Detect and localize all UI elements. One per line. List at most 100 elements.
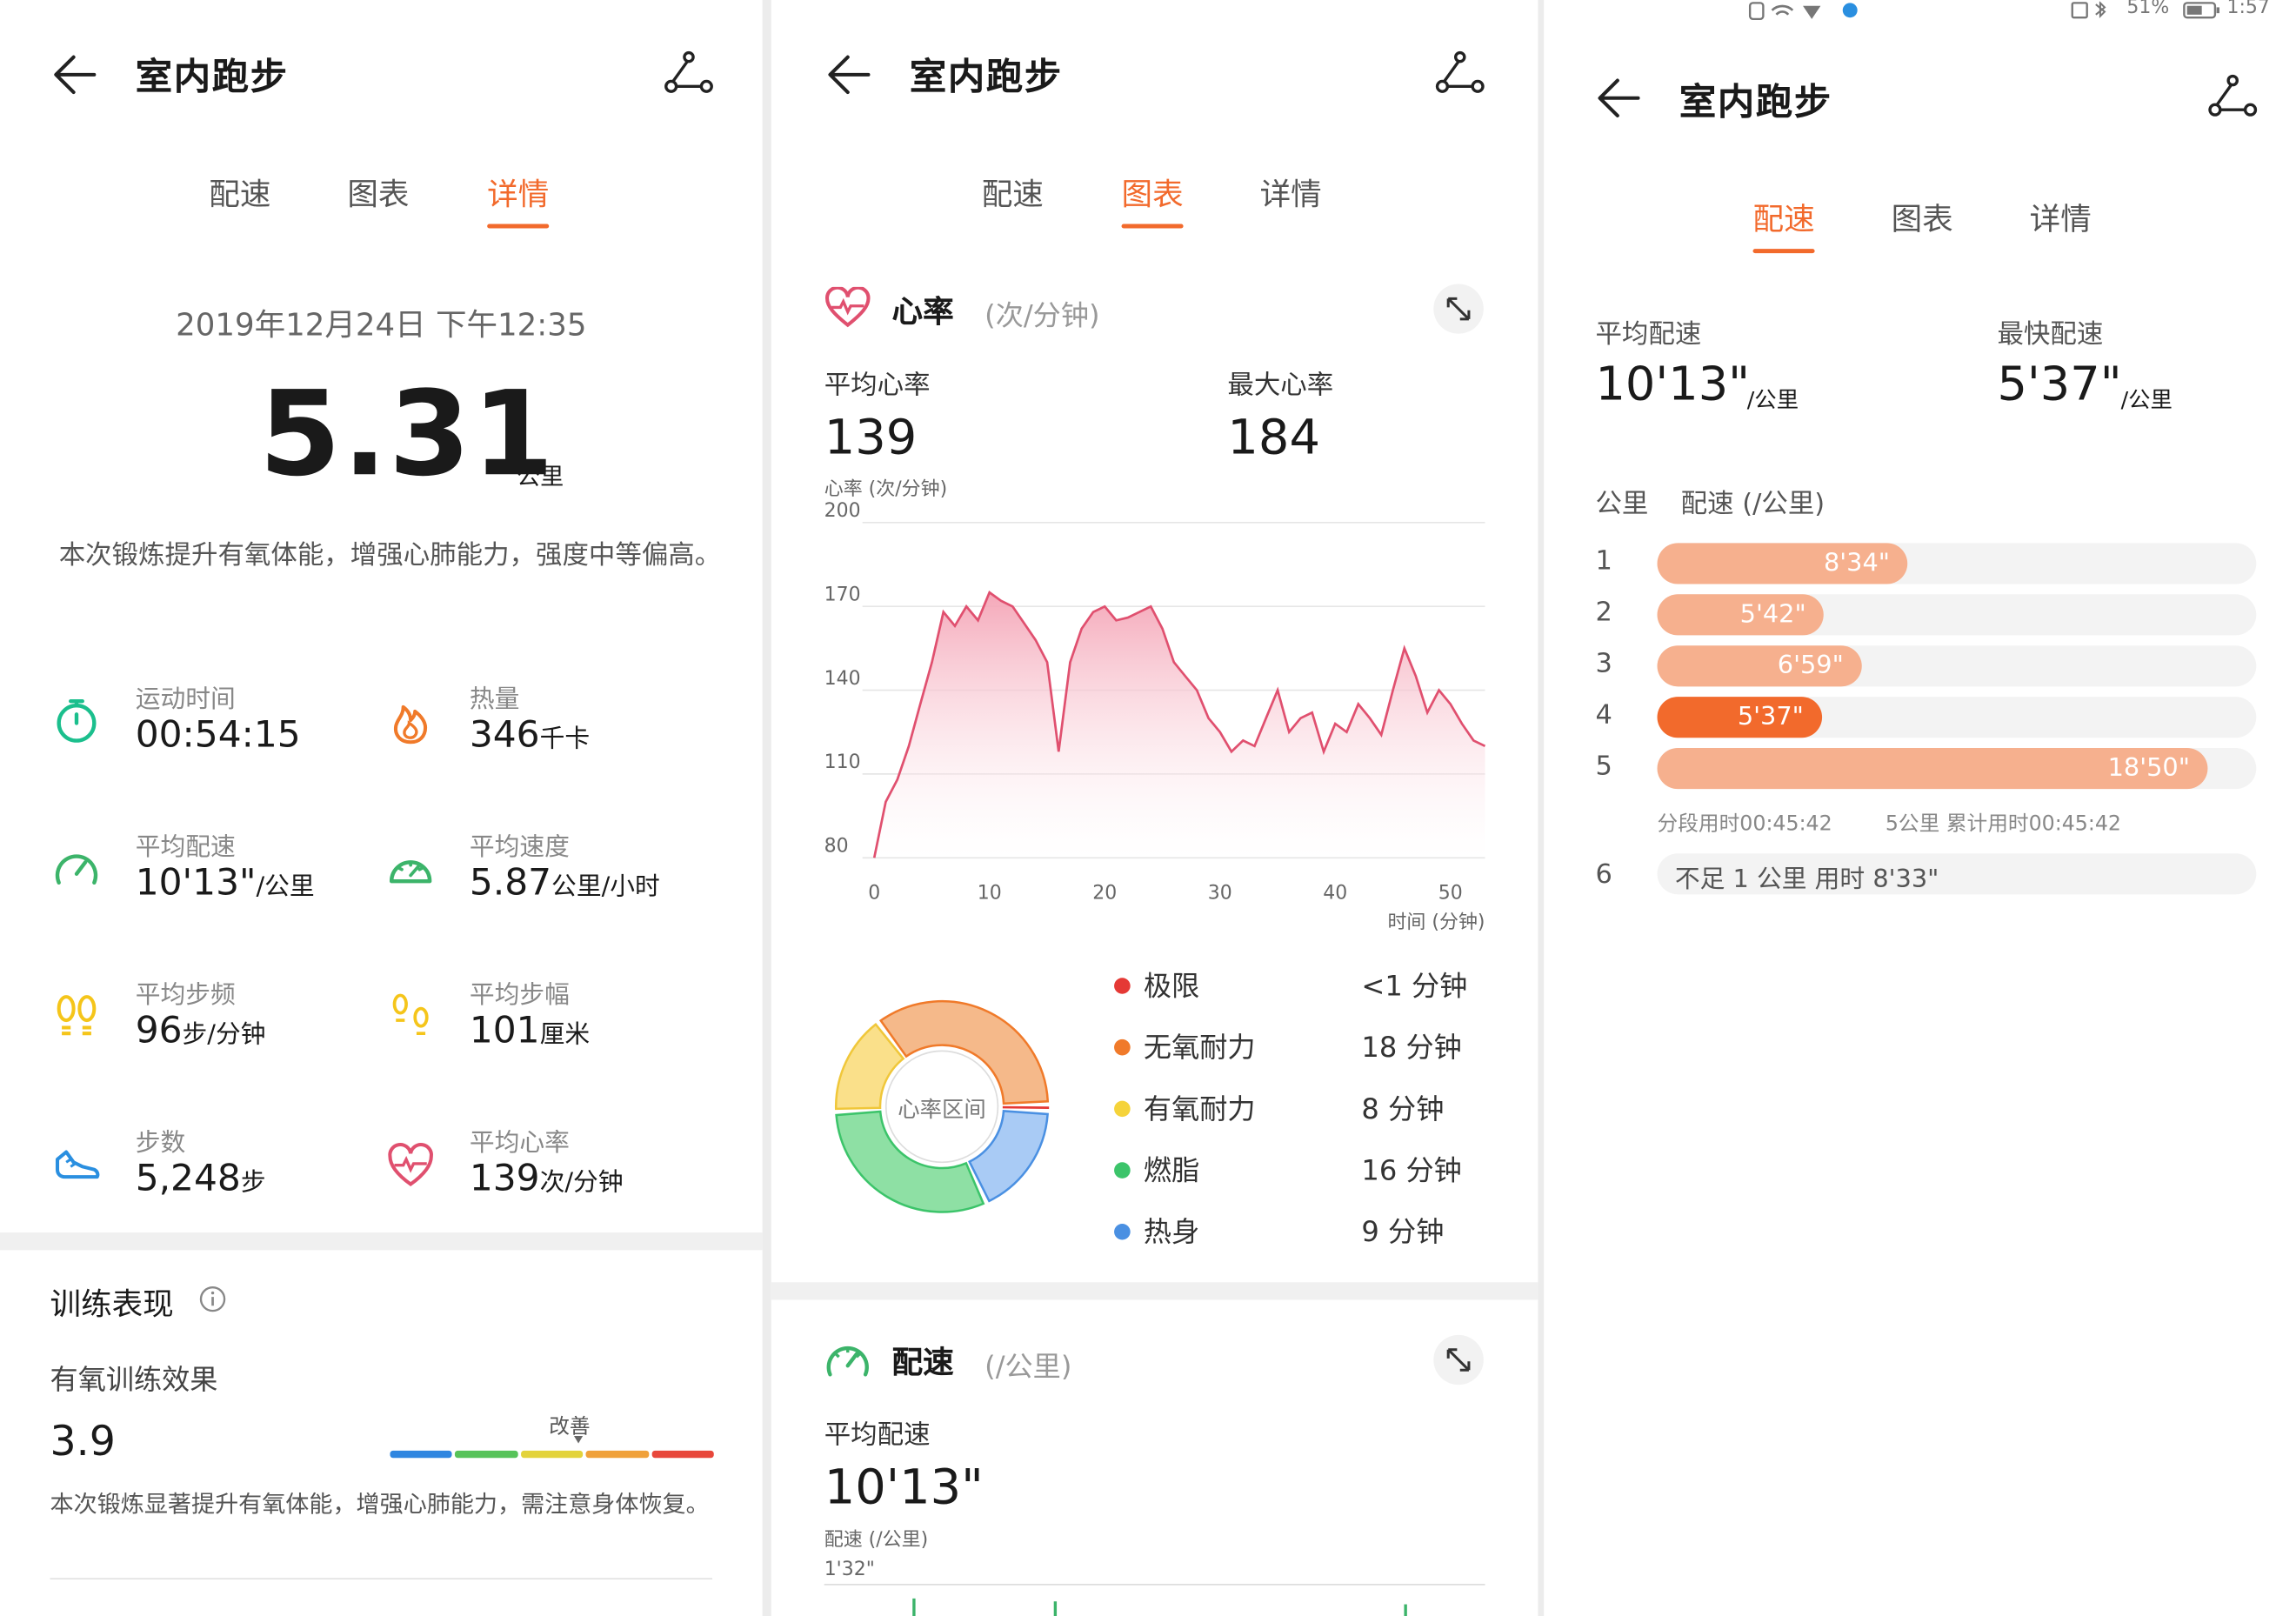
zone-name: 有氧耐力 [1143, 1093, 1256, 1126]
stopwatch-icon [57, 698, 97, 743]
tab-charts[interactable]: 图表 [347, 171, 409, 215]
fastest-pace-value: 5'37" [1997, 355, 2122, 411]
stat-unit: 厘米 [539, 1020, 591, 1050]
status-icons-right: 51% 1:57 [2071, 0, 2292, 21]
stat-value: 5,248 [135, 1156, 241, 1199]
stat-value-line: 96步/分钟 [136, 1009, 266, 1052]
distance-unit: 公里 [516, 462, 564, 491]
zone-slice [1002, 1105, 1050, 1109]
stat-label: 平均步频 [135, 980, 236, 1011]
stat-item: 平均步频 96步/分钟 [51, 973, 390, 1091]
split-bar-track: 5'42" [1657, 594, 2257, 636]
stat-value-line: 10'13"/公里 [136, 861, 315, 904]
stat-label: 步数 [135, 1128, 186, 1159]
x-tick-label: 10 [978, 882, 1002, 904]
split-km: 3 [1595, 648, 1612, 679]
clock: 1:57 [2226, 0, 2270, 19]
scale-segment [455, 1450, 518, 1459]
fastest-pace-label: 最快配速 [1997, 318, 2104, 351]
tab-charts[interactable]: 图表 [1121, 171, 1184, 229]
detail-panel: 室内跑步 配速 图表 详情 2019年12月24日 下午12:35 5.31 公… [0, 0, 763, 1616]
zone-color-dot [1114, 1100, 1131, 1118]
tab-pace[interactable]: 配速 [982, 171, 1044, 215]
split-km: 5 [1595, 751, 1612, 782]
stat-item: 平均步幅 101厘米 [385, 973, 724, 1091]
expand-button[interactable] [1433, 284, 1484, 334]
zone-color-dot [1114, 1038, 1131, 1056]
zone-duration: 8 分钟 [1361, 1093, 1445, 1126]
workout-description: 本次锻炼提升有氧体能，增强心肺能力，强度中等偏高。 [58, 540, 722, 571]
zones-center-label: 心率区间 [898, 1096, 986, 1123]
split-time: 分段用时00:45:42 [1657, 812, 1832, 836]
pace-panel: 51% 1:57 室内跑步 配速 图表 详情 平均配速 10'13" /公里 最… [1544, 0, 2296, 1616]
avg-pace-value: 10'13" [1595, 355, 1751, 411]
x-tick-label: 20 [1092, 882, 1117, 904]
tab-details[interactable]: 详情 [2030, 197, 2092, 240]
x-tick-label: 30 [1208, 882, 1232, 904]
zone-color-dot [1114, 1162, 1131, 1179]
training-note: 本次锻炼显著提升有氧体能，增强心肺能力，需注意身体恢复。 [50, 1490, 710, 1519]
zone-name: 燃脂 [1143, 1154, 1200, 1187]
stat-unit: 公里/小时 [551, 872, 660, 902]
avg-hr-value: 139 [824, 408, 918, 466]
y-tick-label: 170 [824, 584, 861, 606]
hr-chart-unit: 心率 (次/分钟) [824, 478, 948, 501]
route-icon[interactable] [663, 50, 716, 97]
last-km-index: 6 [1595, 858, 1612, 891]
route-icon[interactable] [2206, 73, 2259, 120]
back-arrow-icon[interactable] [50, 50, 101, 99]
grid-line [824, 1584, 1485, 1586]
heart-rate-chart: 80 110 140 170 200 0 10 20 30 40 50 时间 (分钟) [824, 500, 1486, 933]
stat-value-line: 139次/分钟 [470, 1157, 624, 1199]
zone-color-dot [1114, 1223, 1131, 1240]
expand-button[interactable] [1433, 1334, 1484, 1386]
back-arrow-icon[interactable] [824, 50, 875, 99]
scale-segment [390, 1450, 453, 1459]
split-bar-track: 18'50" [1657, 748, 2257, 790]
avg-hr-label: 平均心率 [824, 370, 931, 402]
y-tick-label: 200 [824, 500, 861, 522]
tab-pace[interactable]: 配速 [209, 171, 270, 215]
x-axis-label: 时间 (分钟) [1387, 912, 1485, 933]
back-arrow-icon[interactable] [1594, 73, 1645, 123]
zone-name: 热身 [1143, 1216, 1200, 1249]
route-icon[interactable] [1433, 50, 1486, 97]
stat-value-line: 5.87公里/小时 [470, 861, 660, 904]
x-tick-label: 40 [1323, 882, 1347, 904]
last-km-note: 不足 1 公里 用时 8'33" [1674, 865, 1939, 895]
cumulative-time: 5公里 累计用时00:45:42 [1885, 812, 2122, 836]
stat-item: 步数 5,248步 [51, 1121, 390, 1239]
split-bar: 8'34" [1657, 543, 1908, 584]
stat-value: 346 [469, 712, 540, 756]
hr-area [874, 592, 1485, 858]
battery-icon [2183, 2, 2219, 19]
scale-segment [651, 1450, 714, 1459]
col-km-header: 公里 [1595, 489, 1649, 520]
fastest-pace-unit: /公里 [2120, 386, 2173, 413]
stat-label: 平均步幅 [469, 980, 570, 1011]
tab-charts[interactable]: 图表 [1892, 197, 1953, 240]
heart-rate-title: 心率 [891, 294, 954, 330]
tab-pace[interactable]: 配速 [1752, 197, 1815, 254]
stat-label: 平均心率 [469, 1128, 570, 1159]
avg-pace-label: 平均配速 [1595, 318, 1702, 351]
info-icon[interactable] [198, 1285, 226, 1313]
battery-percent: 51% [2126, 0, 2170, 19]
tab-details[interactable]: 详情 [1260, 171, 1322, 215]
page-title: 室内跑步 [909, 55, 1063, 98]
stat-label: 平均速度 [469, 832, 570, 863]
scale-marker-icon [573, 1436, 584, 1444]
pace-chart-unit: 配速 (/公里) [824, 1529, 929, 1552]
expand-icon [1446, 297, 1471, 321]
stat-item: 平均配速 10'13"/公里 [51, 825, 390, 943]
heart-rate-icon [388, 1143, 433, 1187]
stat-label: 平均配速 [135, 832, 236, 863]
stat-label: 运动时间 [135, 684, 236, 715]
tab-details[interactable]: 详情 [487, 171, 550, 229]
stat-unit: 千卡 [539, 725, 591, 754]
pace-first-tick: 1'32" [824, 1559, 875, 1581]
zone-duration: <1 分钟 [1361, 970, 1468, 1003]
section-divider [771, 1282, 1538, 1300]
zone-duration: 18 分钟 [1361, 1032, 1462, 1065]
flame-icon [393, 704, 428, 745]
